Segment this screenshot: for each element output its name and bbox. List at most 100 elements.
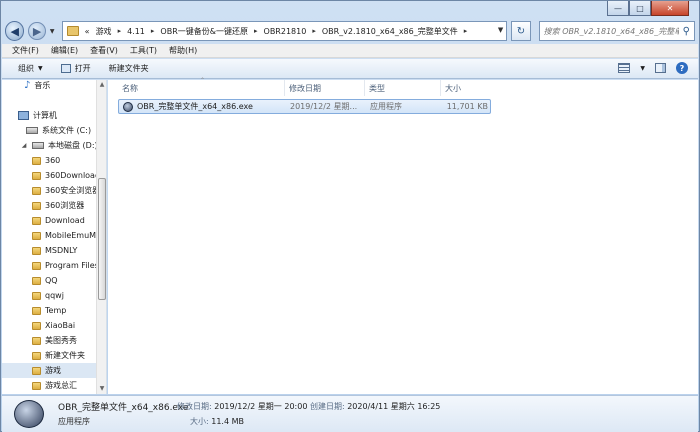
close-button[interactable]: ✕ (651, 1, 689, 16)
tree-folder-label: MSDNLY (45, 246, 78, 255)
open-button[interactable]: 打开 (60, 63, 91, 74)
column-size[interactable]: 大小 (441, 80, 491, 96)
breadcrumb-overflow[interactable]: « (85, 27, 90, 36)
details-dates: 修改日期: 2019/12/2 星期一 20:00 创建日期: 2020/4/1… (177, 401, 440, 412)
exe-icon (14, 400, 44, 428)
folder-icon (32, 306, 41, 315)
view-dropdown-icon[interactable]: ▼ (640, 65, 645, 72)
tree-folder-label: 360 (45, 156, 61, 165)
tree-item-computer[interactable]: 计算机 (18, 108, 106, 123)
file-row[interactable]: OBR_完整单文件_x64_x86.exe 2019/12/2 星期... 应用… (118, 99, 491, 114)
size-label: 大小: (190, 417, 209, 426)
tree-item-label: 音乐 (34, 81, 51, 90)
folder-icon (32, 276, 41, 285)
breadcrumb-item[interactable]: OBR一键备份&一键还原 (160, 26, 248, 37)
scroll-down-icon[interactable]: ▼ (98, 385, 106, 393)
menu-tools[interactable]: 工具(T) (130, 45, 157, 56)
refresh-icon[interactable]: ↻ (511, 21, 531, 41)
created-label: 创建日期: (309, 402, 345, 411)
menu-edit[interactable]: 编辑(E) (51, 45, 78, 56)
address-dropdown-icon[interactable]: ▼ (498, 26, 503, 34)
menu-view[interactable]: 查看(V) (90, 45, 118, 56)
column-type[interactable]: 类型 (365, 80, 441, 96)
drive-icon (32, 142, 44, 149)
folder-icon (32, 156, 41, 165)
breadcrumb-item[interactable]: 4.11 (127, 27, 145, 36)
breadcrumb-item[interactable]: OBR_v2.1810_x64_x86_完整单文件 (322, 26, 458, 37)
new-folder-label: 新建文件夹 (108, 64, 149, 73)
exe-icon (123, 101, 133, 112)
created-value: 2020/4/11 星期六 16:25 (347, 402, 441, 411)
menu-help[interactable]: 帮助(H) (169, 45, 197, 56)
details-file-type: 应用程序 (58, 417, 90, 426)
organize-label: 组织 (18, 64, 34, 73)
open-label: 打开 (74, 64, 91, 73)
file-list: 名称 修改日期 类型 大小 ⌃ OBR_完整单文件_x64_x86.exe 20… (108, 77, 698, 394)
folder-icon (32, 186, 41, 195)
tree-item-drive-c[interactable]: 系统文件 (C:) (26, 123, 106, 138)
tree-item-label: 系统文件 (C:) (42, 126, 92, 135)
breadcrumb-separator-icon[interactable]: ▸ (312, 27, 316, 35)
drive-icon (26, 127, 38, 134)
maximize-button[interactable]: □ (629, 1, 651, 16)
search-icon[interactable]: ⚲ (683, 26, 690, 37)
column-modified[interactable]: 修改日期 (285, 80, 365, 96)
window-controls: — □ ✕ (607, 1, 689, 16)
folder-icon (32, 201, 41, 210)
address-bar[interactable]: « 游戏 ▸ 4.11 ▸ OBR一键备份&一键还原 ▸ OBR21810 ▸ … (61, 21, 508, 41)
folder-icon (32, 366, 41, 375)
music-icon: ♪ (24, 80, 31, 91)
menu-file[interactable]: 文件(F) (12, 45, 39, 56)
minimize-button[interactable]: — (607, 1, 629, 16)
tree-folder-label: 游戏 (45, 366, 61, 375)
tree-item-music[interactable]: ♪ 音乐 (24, 80, 106, 93)
modified-label: 修改日期: (177, 402, 212, 411)
recent-pages-dropdown[interactable]: ▼ (50, 28, 58, 35)
size-value: 11.4 MB (211, 417, 244, 426)
column-headers: 名称 修改日期 类型 大小 (118, 80, 491, 96)
tree-item-drive-d[interactable]: ◢ 本地磁盘 (D:) (20, 138, 106, 153)
computer-icon (18, 111, 29, 120)
tree-folder-label: 360Download (45, 171, 101, 180)
breadcrumb-separator-icon[interactable]: ▸ (151, 27, 155, 35)
organize-button[interactable]: 组织 ▼ (18, 63, 43, 74)
forward-arrow-icon[interactable]: ▶ (28, 22, 46, 40)
explorer-window: — □ ✕ ◀ ▶ ▼ « 游戏 ▸ 4.11 ▸ OBR一键备份&一键还原 ▸… (0, 0, 700, 432)
tree-folder-selected[interactable]: 游戏 (2, 363, 97, 378)
details-file-name: OBR_完整单文件_x64_x86.exe (58, 403, 189, 413)
breadcrumb-separator-icon[interactable]: ▸ (118, 27, 122, 35)
folder-icon (32, 336, 41, 345)
preview-pane-icon[interactable] (655, 63, 666, 73)
file-name: OBR_完整单文件_x64_x86.exe (137, 102, 253, 111)
open-icon (60, 64, 71, 73)
back-arrow-icon[interactable]: ◀ (5, 21, 25, 41)
navigation-pane: ♪ 音乐 计算机 系统文件 (C:) ◢ 本地磁盘 (D:) 360 360Do… (2, 80, 107, 394)
new-folder-button[interactable]: 新建文件夹 (109, 63, 149, 74)
breadcrumb-item[interactable]: 游戏 (96, 26, 112, 37)
file-type: 应用程序 (370, 102, 402, 111)
folder-icon (32, 171, 41, 180)
tree-folder-label: XiaoBai (45, 321, 76, 330)
folder-icon (32, 381, 41, 390)
modified-value: 2019/12/2 星期一 20:00 (214, 402, 308, 411)
folder-icon (32, 246, 41, 255)
tree-folder-label: 新建文件夹 (45, 351, 85, 360)
scroll-thumb[interactable] (98, 178, 106, 300)
folder-icon (32, 291, 41, 300)
menu-bar: 文件(F) 编辑(E) 查看(V) 工具(T) 帮助(H) (2, 44, 698, 58)
breadcrumb-item[interactable]: OBR21810 (264, 27, 307, 36)
help-icon[interactable]: ? (676, 62, 688, 74)
tree-folder-label: Temp (45, 306, 67, 315)
search-input[interactable] (543, 26, 679, 36)
expand-arrow-icon[interactable]: ◢ (20, 142, 28, 149)
scroll-up-icon[interactable]: ▲ (98, 81, 106, 89)
tree-folder-label: 美图秀秀 (45, 336, 77, 345)
breadcrumb-separator-icon[interactable]: ▸ (254, 27, 258, 35)
file-modified: 2019/12/2 星期... (290, 102, 358, 111)
search-box[interactable]: ⚲ (538, 21, 695, 41)
breadcrumb-separator-icon[interactable]: ▸ (464, 27, 468, 35)
nav-scrollbar[interactable]: ▲ ▼ (96, 80, 106, 394)
tree-folder-label: qqwj (45, 291, 64, 300)
change-view-icon[interactable] (618, 63, 631, 73)
folder-icon (32, 351, 41, 360)
